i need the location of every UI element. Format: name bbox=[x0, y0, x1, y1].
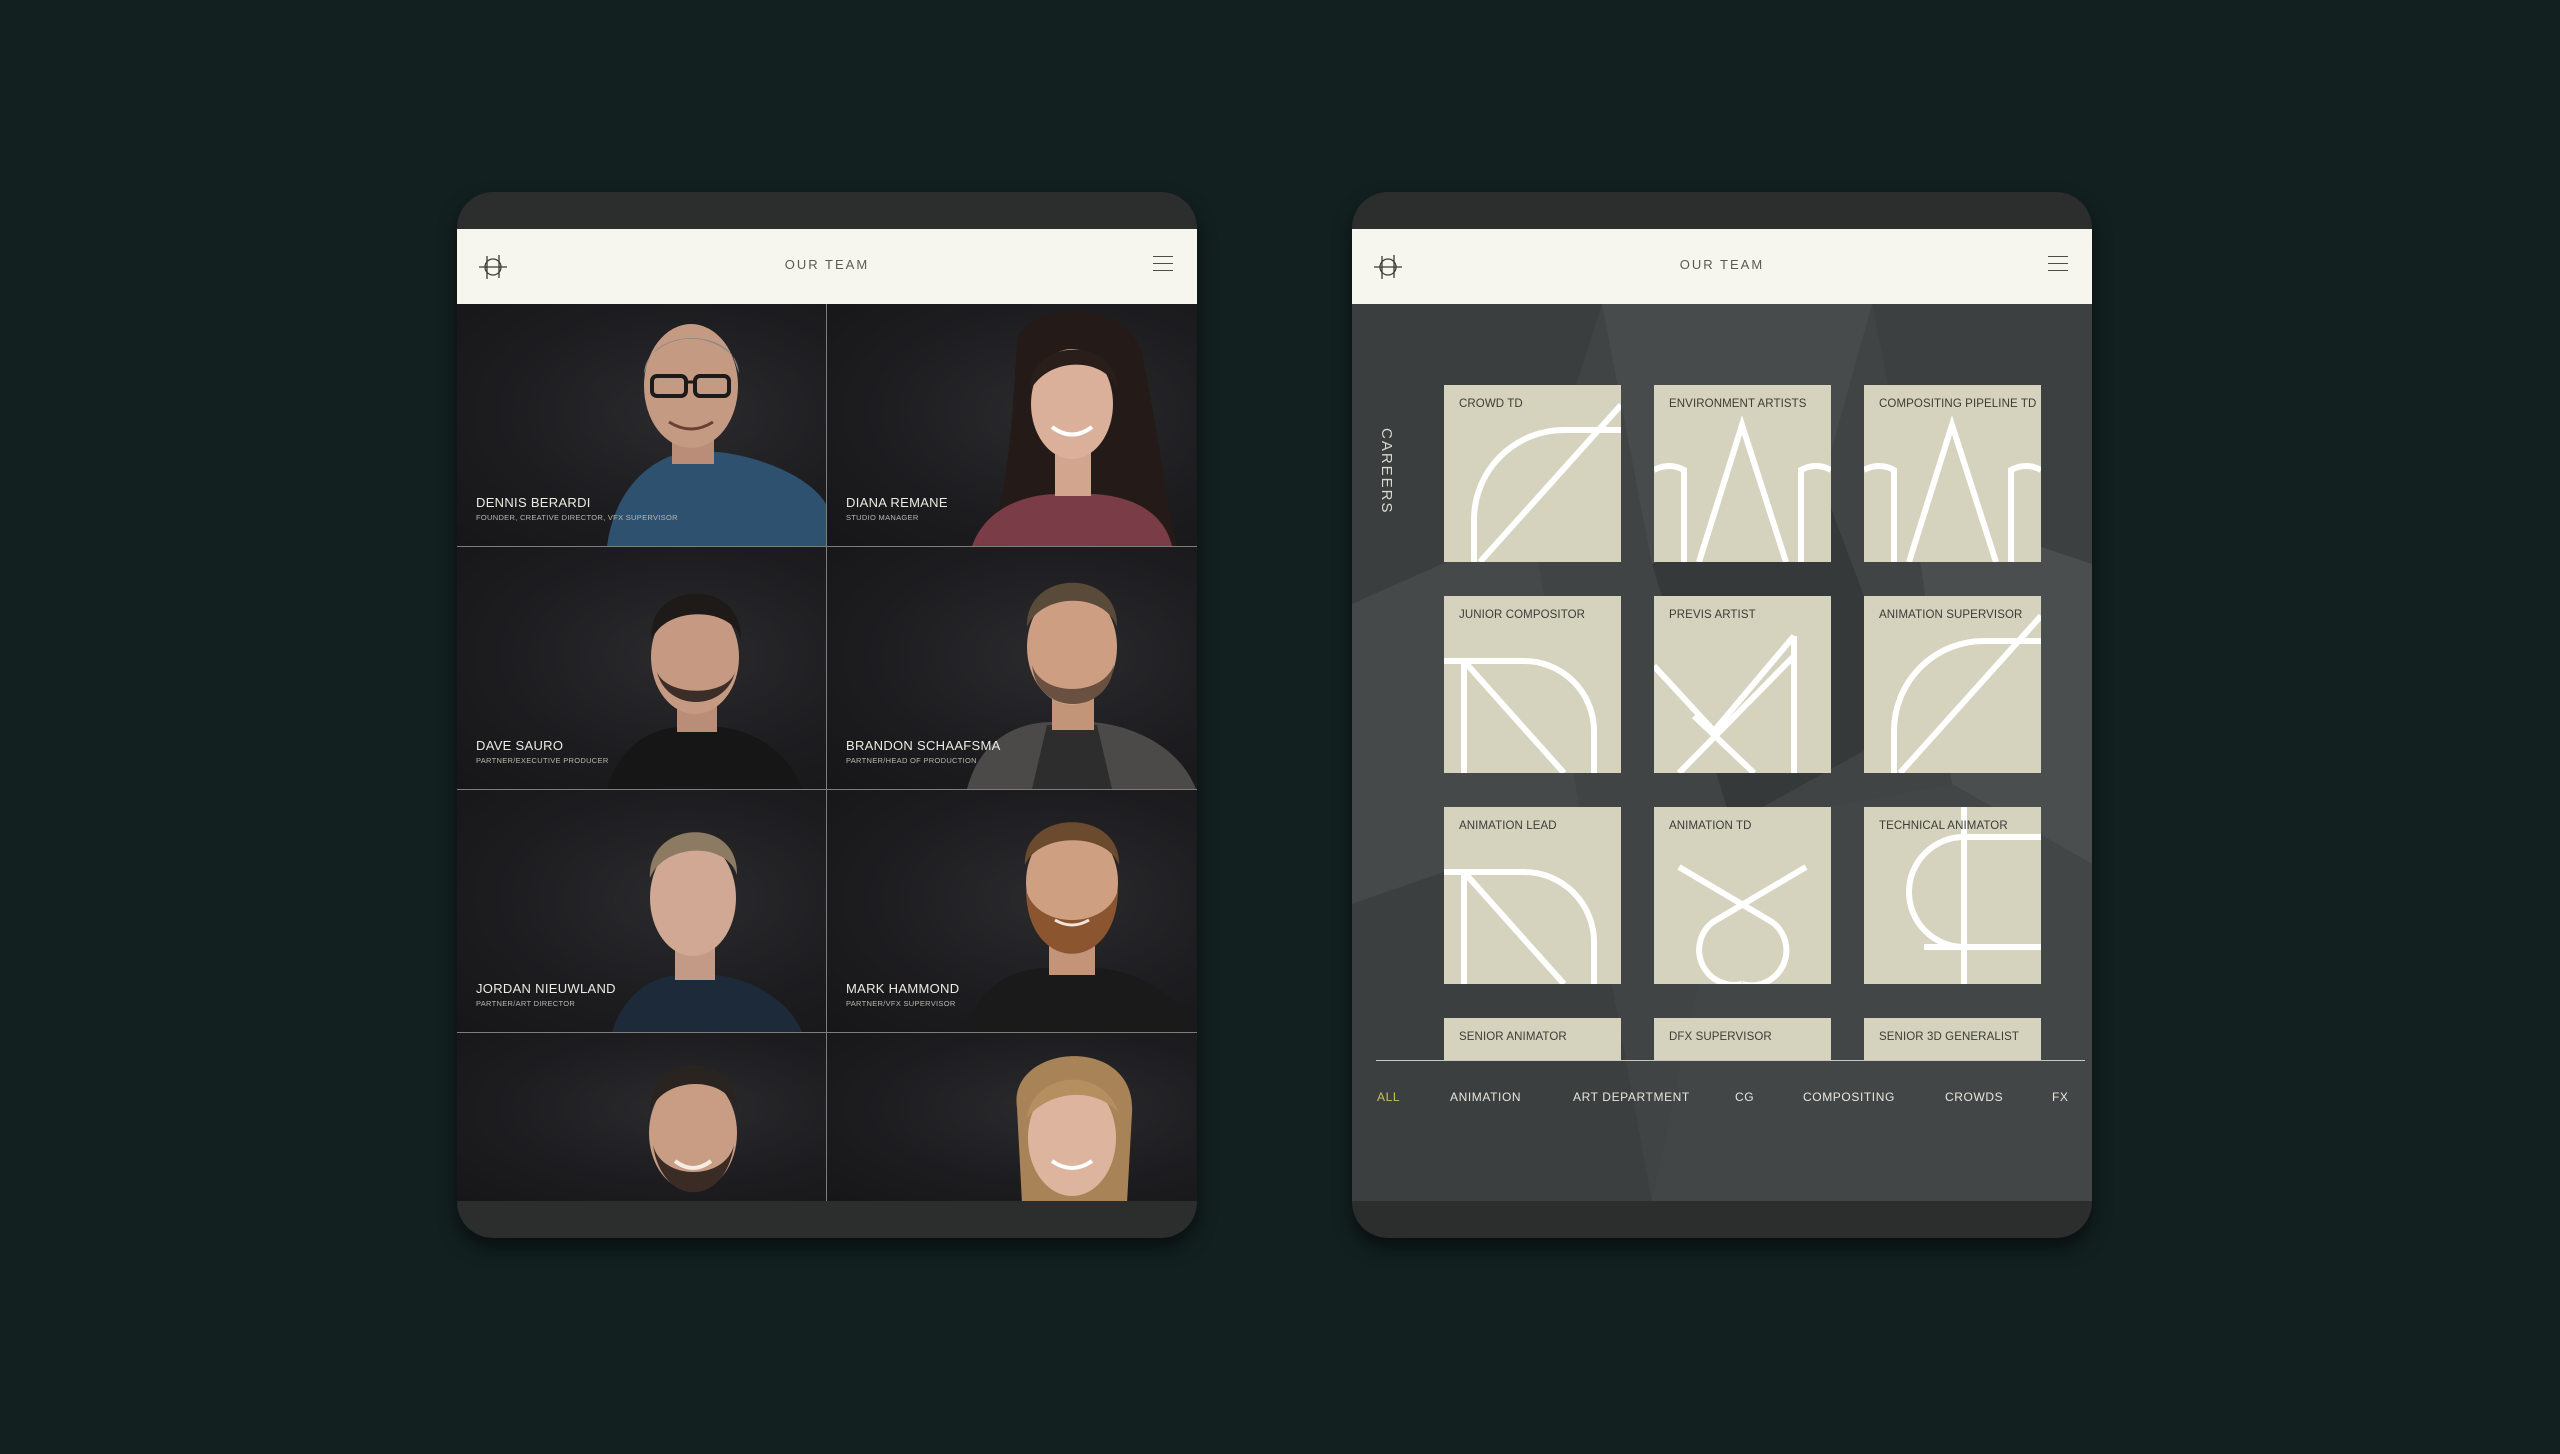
job-card[interactable]: ANIMATION SUPERVISOR bbox=[1864, 596, 2041, 773]
job-card[interactable]: CROWD TD bbox=[1444, 385, 1621, 562]
job-card[interactable]: PREVIS ARTIST bbox=[1654, 596, 1831, 773]
member-name: BRANDON SCHAAFSMA bbox=[846, 738, 1001, 753]
card-pattern bbox=[1444, 869, 1597, 984]
card-pattern bbox=[1906, 807, 2041, 984]
team-member-card[interactable] bbox=[827, 1033, 1196, 1201]
filter-cg[interactable]: CG bbox=[1735, 1090, 1754, 1104]
careers-screen: OUR TEAM CAREERS CROWD TD ENVIRONMENT AR… bbox=[1352, 229, 2092, 1201]
member-role: PARTNER/VFX SUPERVISOR bbox=[846, 999, 956, 1008]
filter-bar: ALL ANIMATION ART DEPARTMENT CG COMPOSIT… bbox=[1352, 1090, 2092, 1110]
job-card[interactable]: JUNIOR COMPOSITOR bbox=[1444, 596, 1621, 773]
member-name: MARK HAMMOND bbox=[846, 981, 960, 996]
job-title: TECHNICAL ANIMATOR bbox=[1879, 820, 2008, 832]
grid-divider bbox=[457, 546, 1197, 547]
card-pattern bbox=[1654, 415, 1831, 562]
job-card[interactable]: ANIMATION TD bbox=[1654, 807, 1831, 984]
grid-divider bbox=[826, 304, 827, 1201]
card-pattern bbox=[1444, 658, 1597, 773]
job-card[interactable]: ANIMATION LEAD bbox=[1444, 807, 1621, 984]
job-card[interactable]: SENIOR 3D GENERALIST bbox=[1864, 1018, 2041, 1060]
card-pattern bbox=[1654, 634, 1797, 773]
grid-divider bbox=[457, 789, 1197, 790]
team-member-card[interactable]: DENNIS BERARDI FOUNDER, CREATIVE DIRECTO… bbox=[457, 304, 826, 546]
tablet-careers: OUR TEAM CAREERS CROWD TD ENVIRONMENT AR… bbox=[1352, 192, 2092, 1238]
member-role: PARTNER/EXECUTIVE PRODUCER bbox=[476, 756, 609, 765]
hamburger-menu-icon[interactable] bbox=[1153, 256, 1173, 274]
top-bar: OUR TEAM bbox=[457, 229, 1197, 305]
careers-section: CAREERS CROWD TD ENVIRONMENT ARTISTS COM… bbox=[1352, 304, 2092, 1201]
job-card[interactable]: DFX SUPERVISOR bbox=[1654, 1018, 1831, 1060]
hamburger-menu-icon[interactable] bbox=[2048, 256, 2068, 274]
filter-crowds[interactable]: CROWDS bbox=[1945, 1090, 2003, 1104]
card-pattern bbox=[1471, 402, 1621, 562]
member-role: FOUNDER, CREATIVE DIRECTOR, VFX SUPERVIS… bbox=[476, 513, 678, 522]
page-title: OUR TEAM bbox=[784, 257, 870, 272]
job-title: ENVIRONMENT ARTISTS bbox=[1669, 398, 1807, 410]
job-title: DFX SUPERVISOR bbox=[1669, 1031, 1772, 1043]
member-role: PARTNER/ART DIRECTOR bbox=[476, 999, 576, 1008]
member-name: DIANA REMANE bbox=[846, 495, 948, 510]
job-card[interactable]: ENVIRONMENT ARTISTS bbox=[1654, 385, 1831, 562]
job-title: ANIMATION LEAD bbox=[1459, 820, 1557, 832]
filter-animation[interactable]: ANIMATION bbox=[1450, 1090, 1521, 1104]
card-pattern bbox=[1891, 613, 2041, 773]
filter-art-department[interactable]: ART DEPARTMENT bbox=[1573, 1090, 1690, 1104]
careers-label: CAREERS bbox=[1378, 428, 1395, 515]
team-grid: DENNIS BERARDI FOUNDER, CREATIVE DIRECTO… bbox=[457, 304, 1197, 1201]
member-role: STUDIO MANAGER bbox=[846, 513, 919, 522]
team-member-card[interactable]: DIANA REMANE STUDIO MANAGER bbox=[827, 304, 1196, 546]
portrait-photo bbox=[649, 1065, 738, 1193]
portrait-photo bbox=[1016, 1056, 1133, 1201]
card-pattern bbox=[1864, 415, 2041, 562]
filter-compositing[interactable]: COMPOSITING bbox=[1803, 1090, 1895, 1104]
team-screen: OUR TEAM DENNIS BERARDI FOUNDER, CREATIV… bbox=[457, 229, 1197, 1201]
member-role: PARTNER/HEAD OF PRODUCTION bbox=[846, 756, 977, 765]
page-title: OUR TEAM bbox=[1679, 257, 1765, 272]
member-name: JORDAN NIEUWLAND bbox=[476, 981, 616, 996]
job-title: PREVIS ARTIST bbox=[1669, 609, 1756, 621]
job-card[interactable]: SENIOR ANIMATOR bbox=[1444, 1018, 1621, 1060]
job-title: SENIOR ANIMATOR bbox=[1459, 1031, 1567, 1043]
team-member-card[interactable]: BRANDON SCHAAFSMA PARTNER/HEAD OF PRODUC… bbox=[827, 547, 1196, 789]
filter-all[interactable]: ALL bbox=[1377, 1090, 1400, 1104]
job-title: SENIOR 3D GENERALIST bbox=[1879, 1031, 2020, 1043]
job-title: CROWD TD bbox=[1459, 398, 1523, 410]
tablet-team: OUR TEAM DENNIS BERARDI FOUNDER, CREATIV… bbox=[457, 192, 1197, 1238]
job-card[interactable]: TECHNICAL ANIMATOR bbox=[1864, 807, 2041, 984]
job-title: ANIMATION TD bbox=[1669, 820, 1752, 832]
grid-divider bbox=[457, 1032, 1197, 1033]
team-member-card[interactable]: JORDAN NIEUWLAND PARTNER/ART DIRECTOR bbox=[457, 790, 826, 1032]
team-member-card[interactable]: DAVE SAURO PARTNER/EXECUTIVE PRODUCER bbox=[457, 547, 826, 789]
job-card[interactable]: COMPOSITING PIPELINE TD bbox=[1864, 385, 2041, 562]
job-title: COMPOSITING PIPELINE TD bbox=[1879, 398, 2037, 410]
team-member-card[interactable] bbox=[457, 1033, 826, 1201]
member-name: DENNIS BERARDI bbox=[476, 495, 591, 510]
member-name: DAVE SAURO bbox=[476, 738, 564, 753]
job-title: ANIMATION SUPERVISOR bbox=[1879, 609, 2023, 621]
card-pattern bbox=[1677, 864, 1808, 984]
filter-divider bbox=[1376, 1060, 2085, 1061]
filter-fx[interactable]: FX bbox=[2052, 1090, 2069, 1104]
team-member-card[interactable]: MARK HAMMOND PARTNER/VFX SUPERVISOR bbox=[827, 790, 1196, 1032]
job-title: JUNIOR COMPOSITOR bbox=[1459, 609, 1586, 621]
top-bar: OUR TEAM bbox=[1352, 229, 2092, 305]
